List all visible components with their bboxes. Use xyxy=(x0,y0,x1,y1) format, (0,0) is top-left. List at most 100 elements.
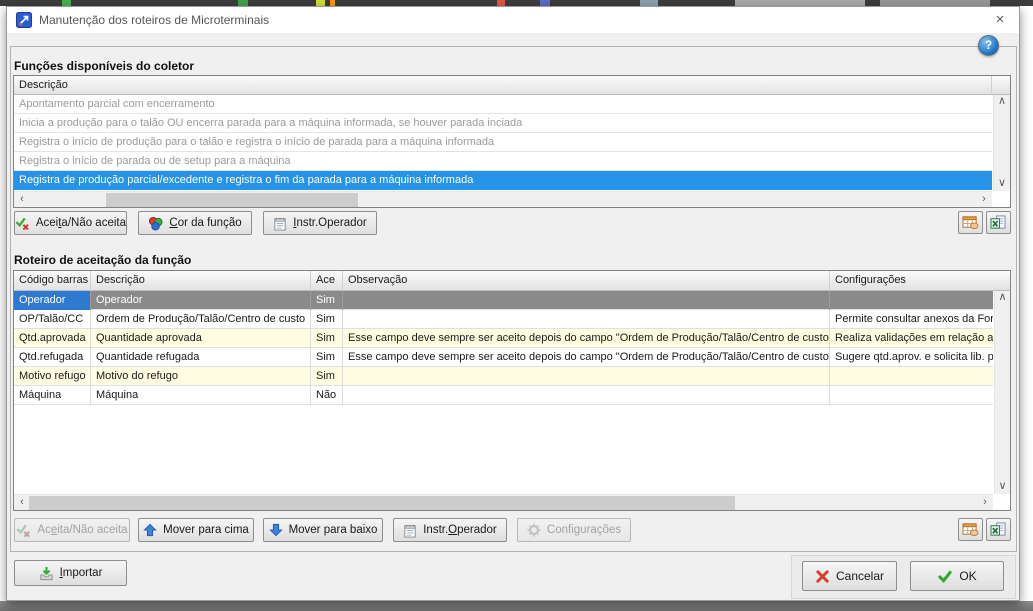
list-item[interactable]: Registra o início de produção para o tal… xyxy=(14,133,992,152)
list-item[interactable]: Apontamento parcial com encerramento xyxy=(14,95,992,114)
cell-description: Quantidade refugada xyxy=(91,348,311,367)
cell-note xyxy=(343,386,830,405)
cell-barcode: Operador xyxy=(14,291,91,310)
import-button[interactable]: Importar xyxy=(14,560,127,586)
operator-instructions-button-2[interactable]: Instr.Operador xyxy=(393,518,507,542)
grid-hand-icon xyxy=(962,215,979,230)
move-up-button[interactable]: Mover para cima xyxy=(138,518,254,542)
list-item[interactable]: Registra o início de parada ou de setup … xyxy=(14,152,992,171)
button-label: Mover para cima xyxy=(163,524,249,536)
cell-settings: Realiza validações em relação ao t xyxy=(830,329,993,348)
cell-description: Quantidade aprovada xyxy=(91,329,311,348)
cell-accept: Sim xyxy=(311,310,343,329)
excel-icon xyxy=(990,522,1007,537)
app-icon xyxy=(16,12,32,28)
arrow-up-icon xyxy=(143,523,157,537)
button-label: Aceita/Não aceita xyxy=(36,217,126,229)
export-excel-button-2[interactable] xyxy=(986,518,1011,541)
scroll-down-icon[interactable]: ∨ xyxy=(995,480,1010,494)
color-circles-icon xyxy=(148,216,163,231)
export-grid-button[interactable] xyxy=(958,211,983,234)
button-label: Importar xyxy=(60,567,103,579)
column-header-descricao[interactable]: Descrição xyxy=(91,271,311,291)
cell-accept: Sim xyxy=(311,291,343,310)
settings-button-disabled[interactable]: Configurações xyxy=(517,518,631,542)
cell-settings: Sugere qtd.aprov. e solicita lib. p/ xyxy=(830,348,993,367)
button-label: Configurações xyxy=(547,524,621,536)
cell-note xyxy=(343,310,830,329)
check-x-icon xyxy=(15,216,30,231)
cell-note xyxy=(343,367,830,386)
available-functions-list: Descrição Apontamento parcial com encerr… xyxy=(13,75,1011,208)
column-header-ace[interactable]: Ace xyxy=(311,271,343,291)
scroll-down-icon[interactable]: ∨ xyxy=(994,177,1010,191)
move-down-button[interactable]: Mover para baixo xyxy=(263,518,383,542)
notepad-icon xyxy=(273,216,287,231)
scroll-up-icon[interactable]: ∧ xyxy=(994,95,1010,109)
export-excel-button[interactable] xyxy=(986,211,1011,234)
table-row[interactable]: Qtd.aprovada Quantidade aprovada Sim Ess… xyxy=(14,329,993,348)
cell-accept: Não xyxy=(311,386,343,405)
accept-toggle-button[interactable]: Aceita/Não aceita xyxy=(14,211,127,235)
dialog-shadow xyxy=(0,601,1033,611)
cell-accept: Sim xyxy=(311,348,343,367)
list-item-selected[interactable]: Registra de produção parcial/excedente e… xyxy=(14,171,992,190)
column-header-observacao[interactable]: Observação xyxy=(343,271,830,291)
scroll-right-icon[interactable]: › xyxy=(977,495,993,510)
scrollbar-thumb[interactable] xyxy=(29,496,735,510)
cell-barcode: Qtd.aprovada xyxy=(14,329,91,348)
help-icon[interactable]: ? xyxy=(978,35,999,56)
list-horizontal-scrollbar[interactable]: ‹ › xyxy=(14,191,992,207)
cell-note: Esse campo deve sempre ser aceito depois… xyxy=(343,348,830,367)
title-bar[interactable]: Manutenção dos roteiros de Microterminai… xyxy=(7,7,1019,33)
close-icon[interactable]: × xyxy=(985,7,1015,33)
ok-button[interactable]: OK xyxy=(910,561,1004,591)
cell-barcode: Motivo refugo xyxy=(14,367,91,386)
button-label: Mover para baixo xyxy=(289,524,378,536)
scroll-left-icon[interactable]: ‹ xyxy=(14,495,30,510)
scrollbar-thumb[interactable] xyxy=(106,193,358,207)
button-label: Instr.Operador xyxy=(423,524,497,536)
list-vertical-scrollbar[interactable]: ∧ ∨ xyxy=(993,95,1010,191)
column-header-descricao[interactable]: Descrição xyxy=(14,76,992,95)
import-icon xyxy=(39,566,54,581)
column-header-codigo-barras[interactable]: Código barras xyxy=(14,271,91,291)
accept-toggle-button-disabled[interactable]: Aceita/Não aceita xyxy=(14,518,130,542)
export-grid-button-2[interactable] xyxy=(958,518,983,541)
excel-icon xyxy=(990,215,1007,230)
cell-barcode: Máquina xyxy=(14,386,91,405)
cell-settings xyxy=(830,291,993,310)
ok-check-icon xyxy=(937,569,953,584)
table-row-selected[interactable]: Operador Operador Sim xyxy=(14,291,993,310)
list-item[interactable]: Inicia a produção para o talão OU encerr… xyxy=(14,114,992,133)
cell-settings: Permite consultar anexos da Form xyxy=(830,310,993,329)
function-color-button[interactable]: Cor da função xyxy=(138,211,252,235)
cell-settings xyxy=(830,386,993,405)
column-header-configuracoes[interactable]: Configurações xyxy=(830,271,1010,291)
list-header[interactable]: Descrição xyxy=(14,76,1010,95)
cell-description: Máquina xyxy=(91,386,311,405)
table-row[interactable]: Máquina Máquina Não xyxy=(14,386,993,405)
table-row[interactable]: OP/Talão/CC Ordem de Produção/Talão/Cent… xyxy=(14,310,993,329)
screenshot-stage: Manutenção dos roteiros de Microterminai… xyxy=(0,0,1033,611)
window-title: Manutenção dos roteiros de Microterminai… xyxy=(39,7,269,33)
cell-accept: Sim xyxy=(311,329,343,348)
button-label: Aceita/Não aceita xyxy=(37,524,127,536)
cell-description: Motivo do refugo xyxy=(91,367,311,386)
table-row[interactable]: Motivo refugo Motivo do refugo Sim xyxy=(14,367,993,386)
cell-description: Operador xyxy=(91,291,311,310)
table-row[interactable]: Qtd.refugada Quantidade refugada Sim Ess… xyxy=(14,348,993,367)
notepad-icon xyxy=(403,523,417,538)
cancel-button[interactable]: Cancelar xyxy=(802,561,897,591)
scroll-up-icon[interactable]: ∧ xyxy=(995,291,1010,305)
operator-instructions-button[interactable]: Instr.Operador xyxy=(263,211,377,235)
scroll-right-icon[interactable]: › xyxy=(976,192,992,207)
button-label: Cancelar xyxy=(836,569,884,583)
table-vertical-scrollbar[interactable]: ∧ ∨ xyxy=(994,291,1010,494)
scroll-left-icon[interactable]: ‹ xyxy=(14,192,30,207)
button-label: Instr.Operador xyxy=(293,217,367,229)
grid-hand-icon xyxy=(962,522,979,537)
cell-accept: Sim xyxy=(311,367,343,386)
table-horizontal-scrollbar[interactable]: ‹ › xyxy=(14,494,993,510)
section-title-acceptance-route: Roteiro de aceitação da função xyxy=(14,253,191,267)
